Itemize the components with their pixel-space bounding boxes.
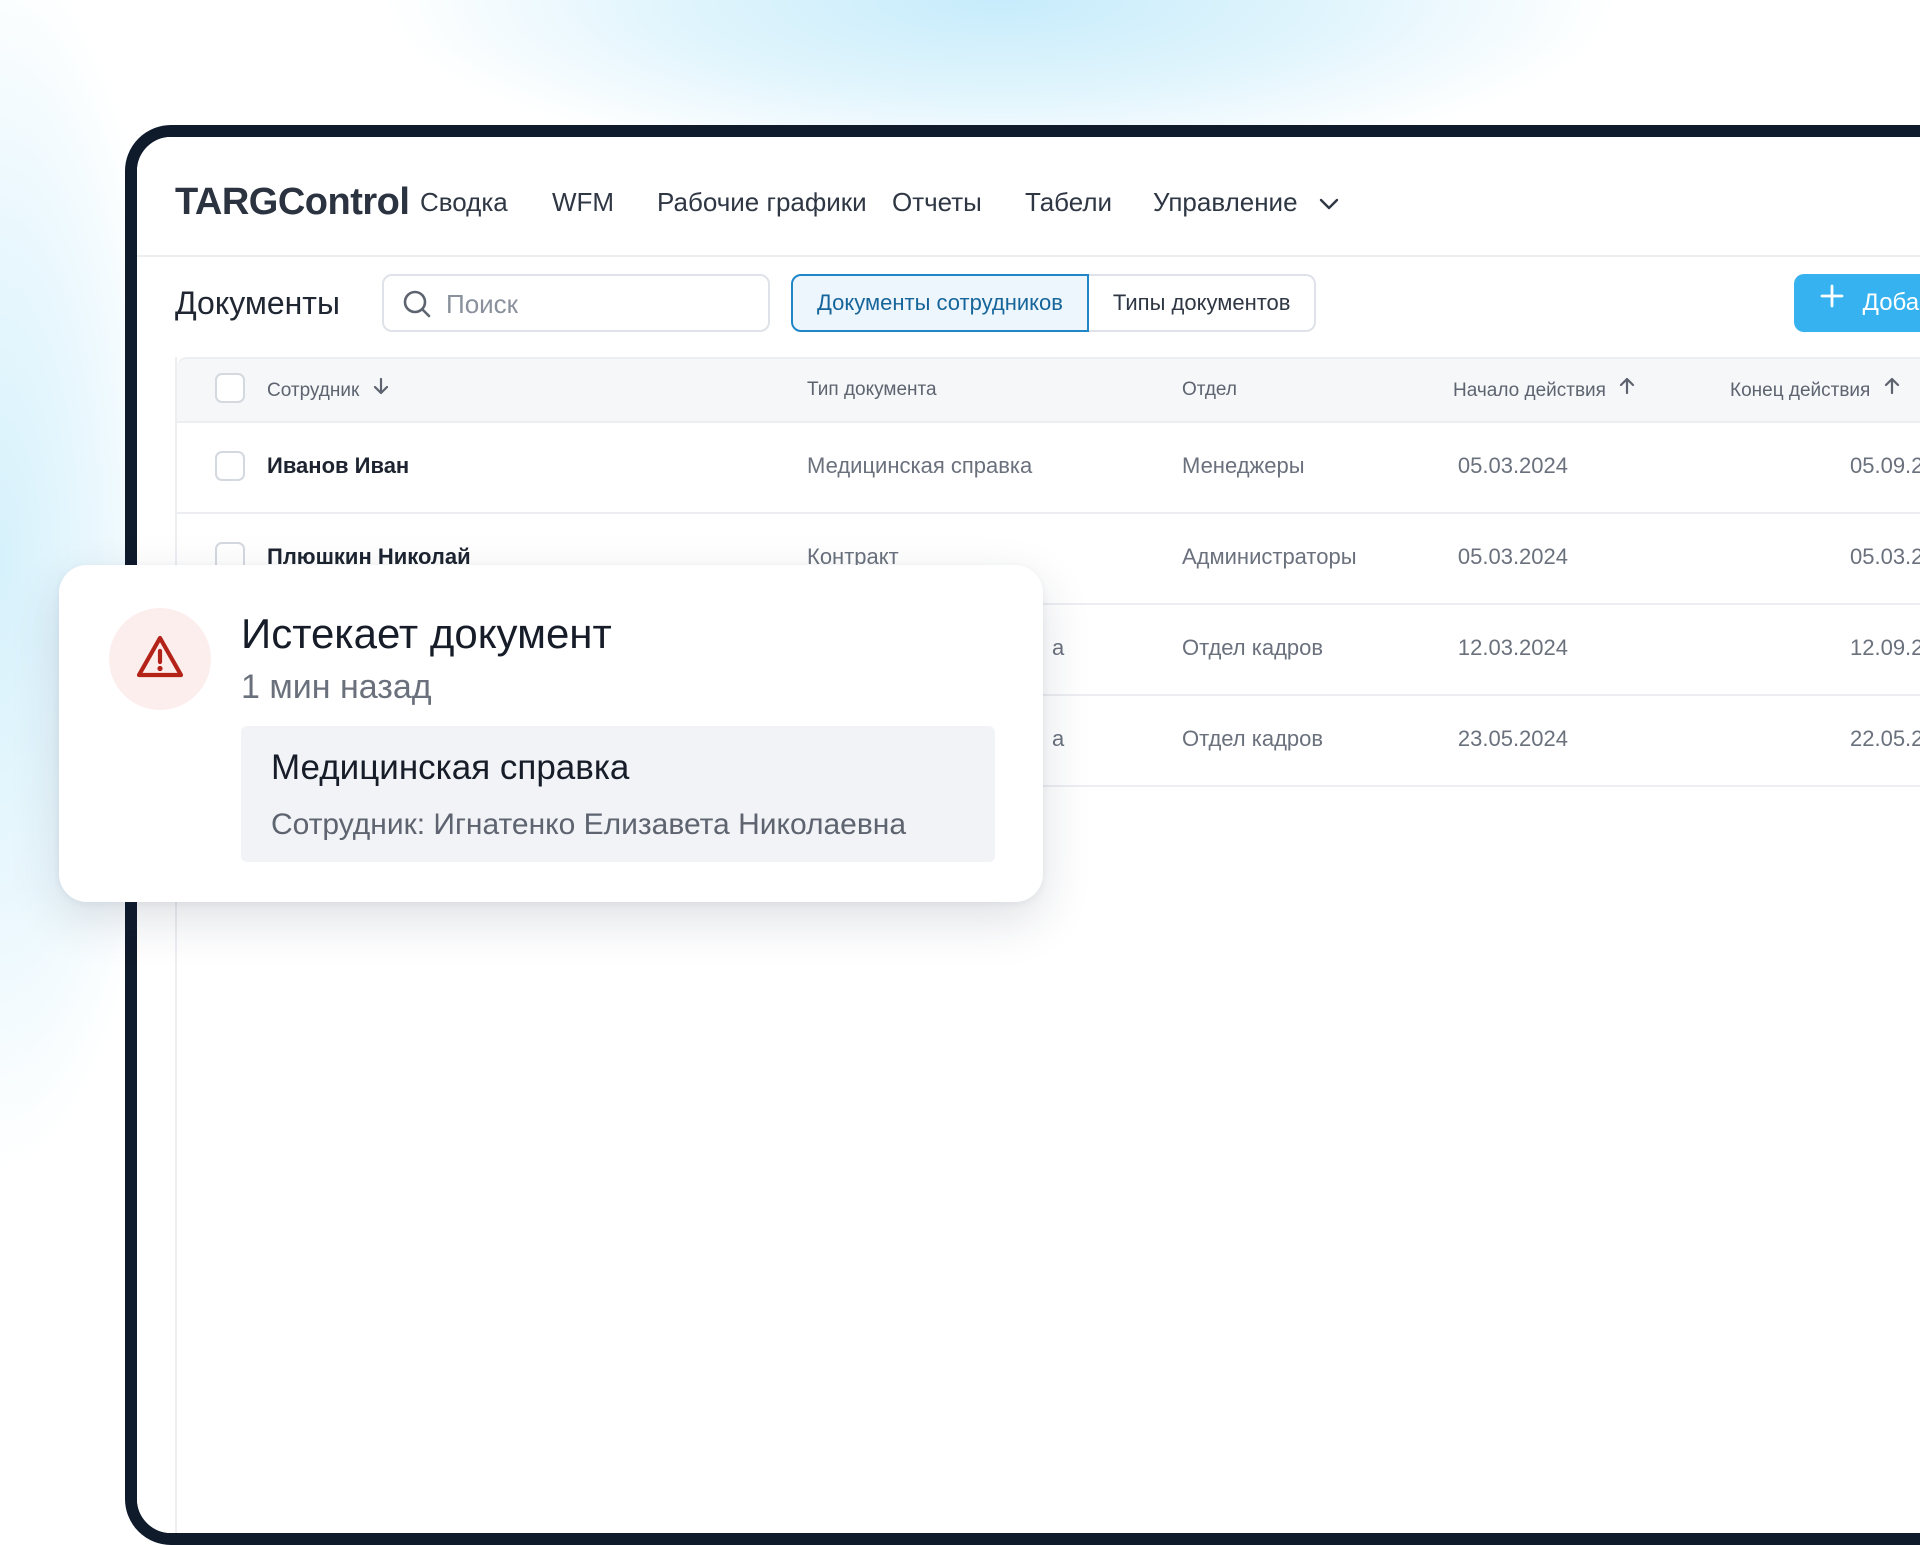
search-box[interactable]	[382, 274, 770, 332]
table-header: Сотрудник Тип документа Отдел Начало дей…	[177, 357, 1920, 423]
column-header-start-date[interactable]: Начало действия	[1453, 377, 1635, 403]
column-header-end-date[interactable]: Конец действия	[1730, 377, 1900, 403]
cell-end-date: 05.09.2(	[1850, 453, 1920, 478]
column-header-end-date-label: Конец действия	[1730, 380, 1871, 402]
cell-department: Администраторы	[1182, 544, 1357, 569]
documents-table: Сотрудник Тип документа Отдел Начало дей…	[175, 357, 1920, 1533]
document-tabs: Документы сотрудников Типы документов	[791, 274, 1317, 332]
nav-item-summary[interactable]: Сводка	[420, 187, 508, 218]
table-row[interactable]: Иванов Иван Медицинская справка Менеджер…	[177, 421, 1920, 514]
cell-start-date: 23.05.2024	[1457, 726, 1568, 751]
sort-up-icon	[1884, 377, 1900, 401]
column-header-start-date-label: Начало действия	[1453, 380, 1606, 402]
tab-employee-documents[interactable]: Документы сотрудников	[791, 274, 1089, 332]
app-logo[interactable]: TARGControl	[175, 181, 410, 224]
warning-icon-badge	[109, 608, 211, 710]
nav-item-reports[interactable]: Отчеты	[892, 187, 982, 218]
notification-details: Медицинская справка Сотрудник: Игнатенко…	[241, 726, 995, 862]
cell-end-date: 12.09.2(	[1850, 635, 1920, 660]
cell-doc-type: а	[1052, 726, 1065, 751]
cell-start-date: 05.03.2024	[1457, 453, 1568, 478]
notification-time: 1 мин назад	[241, 668, 432, 706]
top-navigation: TARGControl Сводка WFM Рабочие графики О…	[137, 137, 1920, 257]
select-all-checkbox[interactable]	[215, 373, 245, 403]
notification-title: Истекает документ	[241, 610, 612, 657]
cell-end-date: 22.05.2(	[1850, 726, 1920, 751]
nav-item-management-label: Управление	[1153, 187, 1298, 217]
tab-document-types[interactable]: Типы документов	[1088, 274, 1317, 332]
column-header-department[interactable]: Отдел	[1182, 379, 1237, 401]
page-title: Документы	[175, 285, 340, 321]
expiry-notification[interactable]: Истекает документ 1 мин назад Медицинска…	[59, 565, 1043, 902]
cell-department: Отдел кадров	[1182, 635, 1324, 660]
notification-document-name: Медицинская справка	[271, 748, 630, 787]
plus-icon	[1820, 272, 1844, 330]
row-checkbox[interactable]	[215, 451, 245, 481]
nav-item-wfm[interactable]: WFM	[552, 187, 614, 218]
notification-employee: Сотрудник: Игнатенко Елизавета Николаевн…	[271, 808, 907, 841]
nav-item-work-schedules[interactable]: Рабочие графики	[657, 187, 867, 218]
cell-end-date: 05.03.2(	[1850, 544, 1920, 569]
cell-doc-type: Медицинская справка	[807, 453, 1033, 478]
cell-start-date: 12.03.2024	[1457, 635, 1568, 660]
sort-up-icon	[1619, 377, 1635, 401]
column-header-employee-label: Сотрудник	[267, 380, 360, 402]
column-header-employee[interactable]: Сотрудник	[267, 377, 389, 403]
cell-department: Отдел кадров	[1182, 726, 1324, 751]
add-button-label: Добав	[1862, 289, 1920, 316]
cell-doc-type: а	[1052, 635, 1065, 660]
nav-item-timesheets[interactable]: Табели	[1025, 187, 1112, 218]
sort-down-icon	[373, 377, 389, 401]
search-input[interactable]	[444, 282, 758, 326]
column-header-doc-type[interactable]: Тип документа	[807, 379, 937, 401]
nav-item-management[interactable]: Управление	[1153, 187, 1339, 220]
cell-department: Менеджеры	[1182, 453, 1305, 478]
add-button[interactable]: Добав	[1794, 274, 1920, 332]
chevron-down-icon	[1319, 186, 1339, 217]
cell-start-date: 05.03.2024	[1457, 544, 1568, 569]
warning-icon	[136, 635, 184, 678]
search-icon	[402, 289, 432, 324]
cell-employee: Иванов Иван	[267, 453, 410, 478]
